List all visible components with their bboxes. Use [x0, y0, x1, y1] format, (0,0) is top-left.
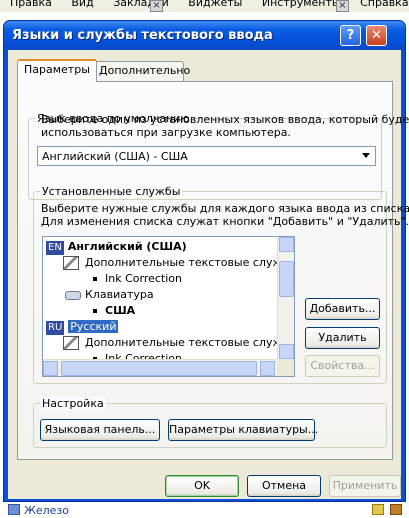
- tree-item-label: Ink Correction: [105, 272, 182, 285]
- add-button[interactable]: Добавить...: [305, 298, 380, 320]
- cancel-button[interactable]: Отмена: [247, 475, 321, 497]
- apply-button[interactable]: Применить: [329, 475, 401, 497]
- keyboard-icon: [65, 291, 81, 300]
- close-button[interactable]: ✕: [366, 25, 387, 46]
- tree-item-text-services[interactable]: Дополнительные текстовые службы: [85, 256, 294, 271]
- folder-icon: [8, 504, 20, 515]
- close-tab-icon[interactable]: ×: [150, 0, 163, 12]
- chevron-down-icon[interactable]: [362, 153, 370, 158]
- tree-horizontal-scrollbar[interactable]: [43, 359, 277, 376]
- background-link[interactable]: Железо: [24, 504, 69, 517]
- background-menubar: Правка Вид Закладки Виджеты Инструменты …: [0, 0, 409, 12]
- services-tree[interactable]: EN Английский (США) Дополнительные тексто…: [42, 236, 295, 377]
- bullet-icon: [93, 309, 97, 313]
- bullet-icon: [93, 277, 97, 281]
- language-badge-en: EN: [46, 241, 64, 255]
- settings-legend: Настройка: [40, 397, 106, 410]
- language-badge-ru: RU: [46, 321, 65, 335]
- tree-item-us[interactable]: США: [93, 304, 135, 319]
- tray-icon[interactable]: [390, 504, 402, 515]
- tree-item-russian[interactable]: RU Русский: [46, 320, 119, 335]
- tree-item-text-services[interactable]: Дополнительные текстовые службы: [85, 336, 294, 351]
- tray-icon[interactable]: [372, 504, 384, 515]
- default-language-desc-1: Выберите один из установленных языков вв…: [41, 113, 409, 126]
- tab-advanced[interactable]: Дополнительно: [92, 61, 190, 81]
- scroll-thumb[interactable]: [279, 261, 294, 297]
- tree-vertical-scrollbar[interactable]: [277, 237, 294, 361]
- tree-item-label: Английский (США): [67, 240, 187, 253]
- menu-tools[interactable]: Инструменты: [262, 0, 341, 9]
- ok-button[interactable]: OK: [165, 475, 239, 497]
- help-button[interactable]: ?: [340, 25, 361, 46]
- scroll-corner: [277, 359, 294, 376]
- default-language-value: Английский (США) - США: [42, 150, 188, 163]
- scroll-down-icon[interactable]: [279, 344, 294, 359]
- tree-item-keyboard[interactable]: Клавиатура: [85, 288, 154, 303]
- scroll-thumb[interactable]: [61, 361, 257, 376]
- close-tab-icon[interactable]: ×: [336, 0, 349, 12]
- installed-services-desc-1: Выберите нужные службы для каждого языка…: [41, 202, 409, 215]
- properties-button[interactable]: Свойства...: [305, 355, 380, 377]
- dialog-title: Языки и службы текстового ввода: [12, 28, 273, 43]
- installed-services-legend: Установленные службы: [40, 185, 183, 198]
- tree-item-label: США: [105, 304, 136, 317]
- remove-button[interactable]: Удалить: [305, 327, 380, 349]
- tree-item-label: Русский: [68, 320, 119, 333]
- language-bar-button[interactable]: Языковая панель...: [40, 419, 160, 441]
- menu-help[interactable]: Справка: [360, 0, 408, 9]
- installed-services-desc-2: Для изменения списка служат кнопки "Доба…: [41, 215, 409, 228]
- scroll-left-icon[interactable]: [43, 361, 58, 376]
- key-settings-button[interactable]: Параметры клавиатуры...: [168, 419, 318, 441]
- scroll-right-icon[interactable]: [260, 361, 275, 376]
- menu-edit[interactable]: Правка: [10, 0, 52, 9]
- menu-widgets[interactable]: Виджеты: [188, 0, 242, 9]
- tree-item-ink-correction[interactable]: Ink Correction: [93, 272, 182, 287]
- pen-icon: [63, 256, 79, 270]
- tree-item-english[interactable]: EN Английский (США): [46, 240, 187, 255]
- menu-view[interactable]: Вид: [71, 0, 93, 9]
- title-bar[interactable]: Языки и службы текстового ввода ? ✕: [4, 21, 405, 50]
- default-language-desc-2: использоваться при загрузке компьютера.: [41, 126, 291, 139]
- background-statusbar: Железо: [0, 500, 409, 518]
- scroll-up-icon[interactable]: [279, 237, 294, 252]
- pen-icon: [63, 336, 79, 350]
- tab-settings[interactable]: Параметры: [17, 59, 97, 82]
- default-language-dropdown[interactable]: Английский (США) - США: [37, 146, 376, 166]
